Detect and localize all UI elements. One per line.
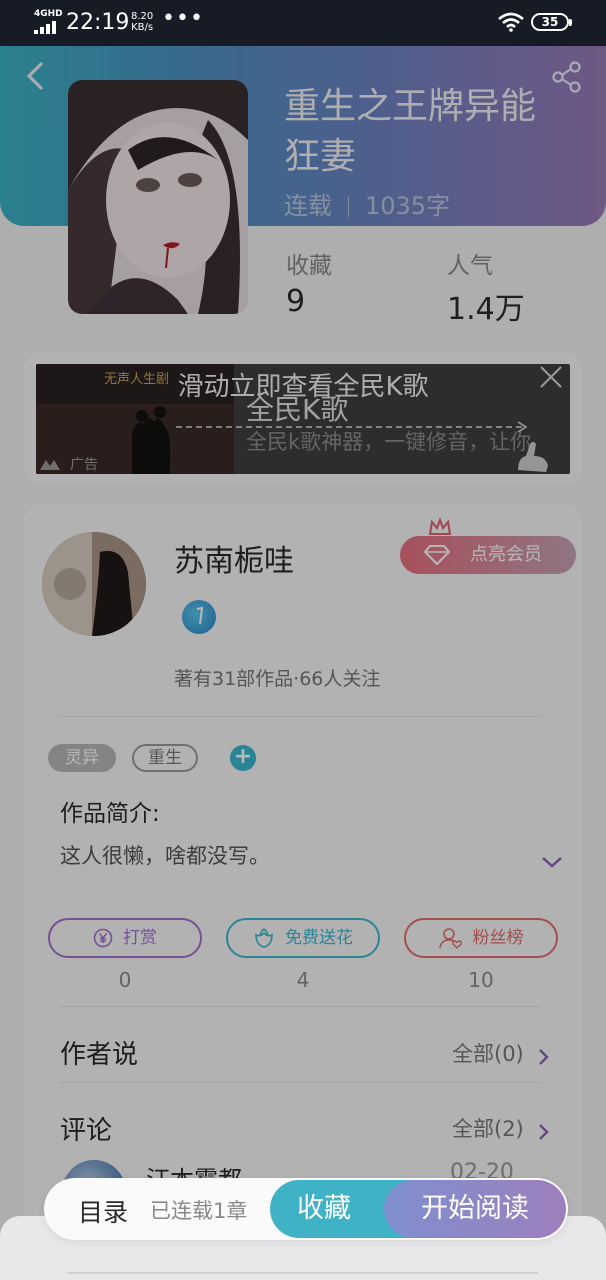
reward-count: 0 <box>118 968 132 992</box>
author-says-title: 作者说 <box>60 1040 139 1070</box>
stat-label-popularity: 人气 <box>447 253 493 279</box>
ad-banner[interactable]: 无声人生剧 全民K歌 全民k歌神器，一键修音，让你 滑动立即查看全民K歌 广告 <box>36 364 570 474</box>
book-status-row: 连载 1035字 <box>284 190 450 222</box>
comments-title: 评论 <box>60 1116 113 1146</box>
net-speed: 8.20 KB/s <box>131 11 154 33</box>
word-count: 1035字 <box>365 192 451 220</box>
ad-label: 广告 <box>70 457 98 473</box>
author-name: 苏南栀哇 <box>174 544 294 579</box>
toc-button[interactable]: 目录 <box>78 1193 128 1229</box>
swipe-arrow-icon <box>176 421 528 433</box>
clock: 22:19 <box>66 10 130 35</box>
chevron-right-icon <box>538 1123 549 1140</box>
intro-title: 作品简介: <box>60 801 160 827</box>
hand-pointer-icon <box>518 442 548 472</box>
network-type: 4GHD <box>34 9 63 19</box>
flower-icon <box>255 928 273 948</box>
battery-icon: 35 <box>531 13 572 31</box>
start-reading-button[interactable]: 开始阅读 <box>384 1180 566 1238</box>
serial-status: 连载 <box>284 192 332 220</box>
stat-label-collect: 收藏 <box>286 253 332 279</box>
ad-logo-icon <box>40 460 60 470</box>
author-says-link[interactable]: 全部(0) <box>452 1038 551 1068</box>
author-level-badge-icon <box>182 600 216 634</box>
avatar[interactable] <box>42 532 146 636</box>
stat-value-collect: 9 <box>286 284 306 319</box>
stat-value-popularity: 1.4万 <box>447 292 525 327</box>
more-notifications-icon: ••• <box>162 6 204 31</box>
close-icon[interactable] <box>538 364 564 390</box>
chevron-right-icon <box>538 1048 549 1065</box>
share-icon[interactable] <box>550 60 584 94</box>
divider <box>60 1006 540 1007</box>
vip-button[interactable]: 点亮会员 <box>400 536 576 574</box>
diamond-icon <box>424 545 450 565</box>
divider <box>60 1082 540 1083</box>
author-meta: 著有31部作品·66人关注 <box>174 668 381 690</box>
tag-chongsheng[interactable]: 重生 <box>132 744 198 772</box>
reward-button[interactable]: 打赏 <box>48 918 202 958</box>
intro-text: 这人很懒，啥都没写。 <box>60 844 270 868</box>
ad-overlay-text: 滑动立即查看全民K歌 <box>177 372 429 402</box>
fans-rank-button[interactable]: 粉丝榜 <box>404 918 558 958</box>
flower-count: 4 <box>296 968 310 992</box>
chevron-down-icon[interactable] <box>540 854 564 870</box>
add-tag-icon[interactable]: + <box>230 745 256 771</box>
status-bar: 4GHD 22:19 8.20 KB/s ••• 35 <box>0 0 606 46</box>
send-flower-button[interactable]: 免费送花 <box>226 918 380 958</box>
wifi-icon <box>498 12 524 32</box>
divider <box>60 716 540 717</box>
book-cover[interactable] <box>68 80 248 314</box>
book-title: 重生之王牌异能狂妻 <box>284 86 537 177</box>
coin-icon <box>93 928 113 948</box>
serial-info: 已连载1章 <box>150 1199 248 1223</box>
divider <box>68 1272 538 1274</box>
tag-lingyi[interactable]: 灵异 <box>48 744 116 772</box>
signal-icon <box>34 20 60 34</box>
fans-icon <box>438 928 462 949</box>
fans-count: 10 <box>468 968 494 992</box>
back-icon[interactable] <box>22 58 48 94</box>
comments-link[interactable]: 全部(2) <box>452 1113 551 1143</box>
crown-icon <box>428 518 452 535</box>
